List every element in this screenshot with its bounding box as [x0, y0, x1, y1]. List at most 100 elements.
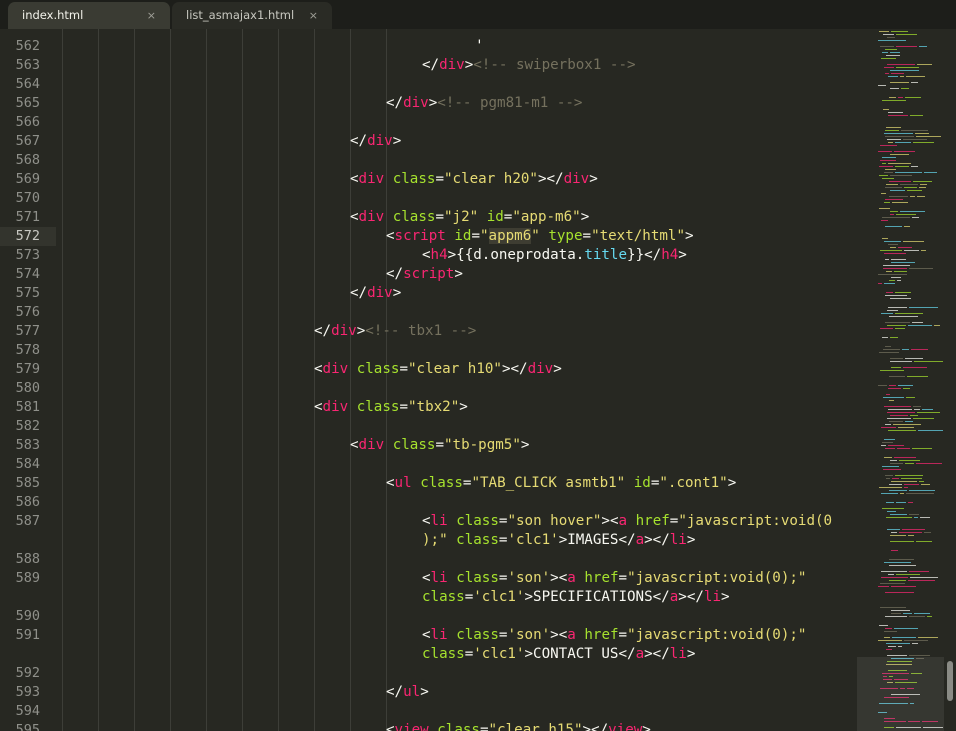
code-line[interactable]: </ul>: [386, 683, 429, 702]
code-line[interactable]: </script>: [386, 265, 463, 284]
minimap-line: [917, 64, 932, 65]
minimap-line: [895, 475, 923, 476]
code-line[interactable]: </div>: [350, 284, 401, 303]
code-token: >: [721, 589, 730, 605]
code-line[interactable]: <view class="clear h15"></view>: [386, 721, 651, 731]
minimap-line: [884, 133, 913, 134]
minimap-viewport[interactable]: [857, 657, 944, 731]
code-line[interactable]: ': [458, 37, 492, 56]
line-number: 567: [15, 133, 40, 149]
minimap-line: [913, 181, 932, 182]
minimap-line: [886, 55, 900, 56]
code-token: class: [422, 646, 465, 662]
minimap-line: [878, 151, 892, 152]
minimap-line: [889, 565, 916, 566]
tab-index-html[interactable]: index.html ×: [8, 2, 170, 29]
minimap-line: [909, 616, 925, 617]
code-line[interactable]: <h4>{{d.oneprodata.title}}</h4>: [422, 246, 687, 265]
minimap-line: [896, 34, 917, 35]
code-token: li: [703, 589, 721, 605]
code-editor[interactable]: 562 563 564 565 566 567 568 569 570 571 572 573 574 5…: [0, 29, 956, 731]
code-line[interactable]: );" class='clc1'>IMAGES</a></li>: [422, 531, 695, 550]
code-line[interactable]: </div><!-- swiperbox1 -->: [422, 56, 636, 75]
code-line[interactable]: <li class="son hover"><a href="javascrip…: [422, 512, 832, 531]
minimap-line: [890, 175, 912, 176]
code-line[interactable]: <div class="clear h20"></div>: [350, 170, 598, 189]
minimap-line: [881, 571, 907, 572]
line-number: 581: [15, 399, 40, 415]
minimap-line: [896, 214, 916, 215]
line-number: 577: [15, 323, 40, 339]
minimap-line: [909, 655, 930, 656]
minimap-line: [884, 439, 895, 440]
code-token: </: [314, 323, 332, 339]
minimap-line: [885, 73, 889, 74]
code-token: "son hover": [507, 513, 602, 529]
code-line[interactable]: </div><!-- tbx1 -->: [314, 322, 476, 341]
code-token: script: [394, 228, 446, 244]
code-token: "javascript:void(0: [678, 513, 833, 529]
minimap-line: [895, 166, 909, 167]
code-token: =: [582, 228, 592, 244]
code-line[interactable]: <script id="appm6" type="text/html">: [386, 227, 694, 246]
minimap-line: [898, 385, 913, 386]
code-line[interactable]: class='clc1'>CONTACT US</a></li>: [422, 645, 695, 664]
code-line[interactable]: <div class="tb-pgm5">: [350, 436, 529, 455]
minimap-line: [909, 571, 929, 572]
code-token: li: [430, 570, 448, 586]
code-token: >: [580, 209, 590, 225]
code-token: </: [386, 684, 404, 700]
minimap-line: [906, 493, 934, 494]
close-icon[interactable]: ×: [309, 2, 318, 29]
code-token: <: [386, 722, 395, 731]
code-token: class: [356, 399, 400, 415]
minimap-line: [908, 580, 935, 581]
minimap-line: [879, 352, 899, 353]
minimap-line: [922, 409, 933, 410]
code-token: <: [386, 475, 395, 491]
code-line[interactable]: class='clc1'>SPECIFICATIONS</a></li>: [422, 588, 730, 607]
code-token: class: [456, 570, 499, 586]
code-line[interactable]: <div class="j2" id="app-m6">: [350, 208, 589, 227]
minimap-line: [881, 193, 886, 194]
code-token: </: [386, 95, 404, 111]
minimap-line: [880, 583, 905, 584]
minimap-line: [888, 574, 894, 575]
minimap-line: [894, 151, 915, 152]
code-token: href: [584, 627, 619, 643]
scrollbar-thumb[interactable]: [947, 661, 953, 701]
tab-label: list_asmajax1.html: [186, 8, 295, 22]
minimap[interactable]: [858, 29, 946, 731]
minimap-line: [888, 388, 901, 389]
minimap-line: [917, 412, 940, 413]
line-number: 568: [15, 152, 40, 168]
code-token: ></: [582, 722, 609, 731]
code-token: ></: [537, 171, 564, 187]
code-line[interactable]: <li class='son'><a href="javascript:void…: [422, 626, 806, 645]
minimap-line: [910, 415, 918, 416]
vertical-scrollbar[interactable]: [946, 29, 956, 731]
code-line[interactable]: <div class="tbx2">: [314, 398, 468, 417]
minimap-line: [889, 484, 902, 485]
minimap-line: [899, 532, 922, 533]
code-token: "javascript:void(0);": [627, 627, 807, 643]
code-line[interactable]: </div><!-- pgm81-m1 -->: [386, 94, 582, 113]
minimap-line: [891, 259, 906, 260]
code-line[interactable]: <ul class="TAB_CLICK asmtb1" id=".cont1"…: [386, 474, 736, 493]
line-number: 592: [15, 665, 40, 681]
minimap-line: [914, 409, 920, 410]
code-token: >: [356, 323, 366, 339]
minimap-line: [889, 97, 896, 98]
minimap-line: [888, 115, 908, 116]
close-icon[interactable]: ×: [147, 2, 156, 29]
minimap-line: [909, 514, 919, 515]
tab-bar: index.html × list_asmajax1.html ×: [0, 0, 956, 30]
code-line[interactable]: <div class="clear h10"></div>: [314, 360, 562, 379]
tab-list-asmajax1-html[interactable]: list_asmajax1.html ×: [172, 2, 332, 29]
code-line[interactable]: </div>: [350, 132, 401, 151]
code-line[interactable]: <li class='son'><a href="javascript:void…: [422, 569, 806, 588]
minimap-line: [882, 163, 886, 164]
code-token: =: [435, 209, 444, 225]
